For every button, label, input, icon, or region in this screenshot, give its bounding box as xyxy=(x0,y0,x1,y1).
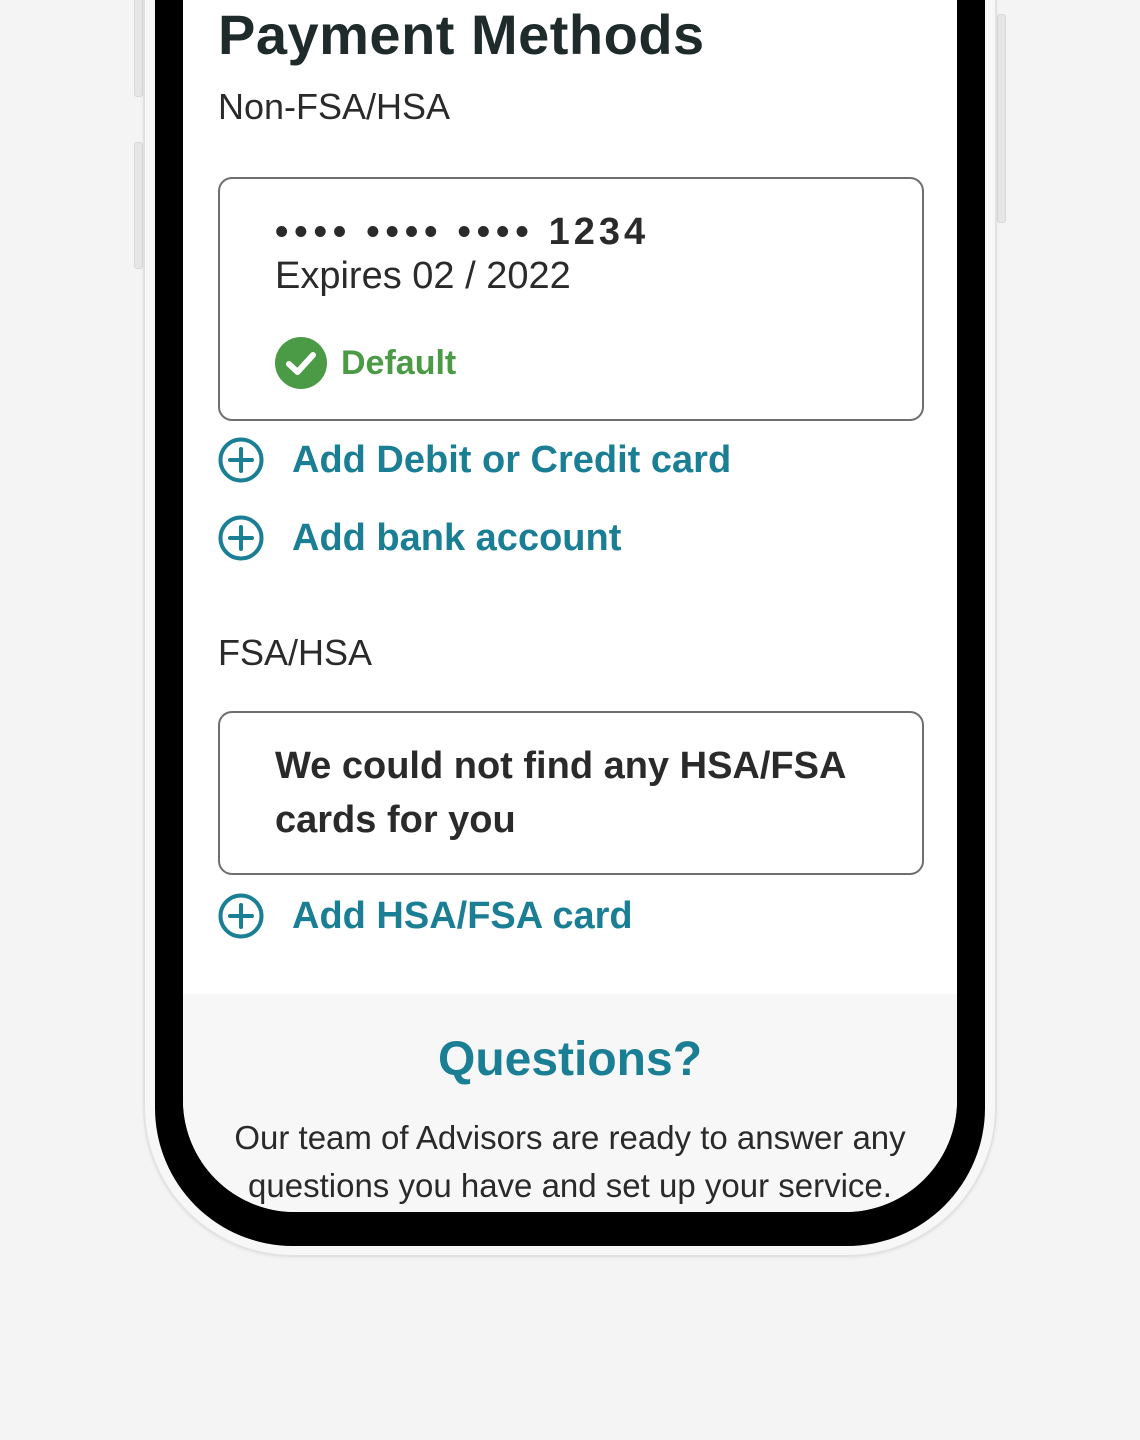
add-hsa-fsa-card-button[interactable]: Add HSA/FSA card xyxy=(218,892,633,940)
phone-volume-button xyxy=(134,142,143,269)
non-fsa-section-label: Non-FSA/HSA xyxy=(218,86,451,127)
card-mask-group: •••• xyxy=(275,211,353,253)
plus-circle-icon xyxy=(218,893,264,939)
phone-volume-button xyxy=(134,0,143,97)
questions-section: Questions? Our team of Advisors are read… xyxy=(183,994,957,1212)
questions-text: Our team of Advisors are ready to answer… xyxy=(234,1119,906,1204)
card-last-four: 1234 xyxy=(548,211,650,253)
phone-screen: Payment Methods Non-FSA/HSA •••• •••• ••••… xyxy=(183,0,957,1212)
page-title: Payment Methods xyxy=(218,3,705,66)
add-bank-account-label: Add bank account xyxy=(292,516,622,559)
stage: Payment Methods Non-FSA/HSA •••• •••• ••••… xyxy=(0,0,1140,1440)
phone-power-button xyxy=(997,14,1006,223)
card-number: •••• •••• •••• 1234 xyxy=(275,211,649,254)
plus-circle-icon xyxy=(218,515,264,561)
default-label: Default xyxy=(341,343,457,382)
add-bank-account-button[interactable]: Add bank account xyxy=(218,514,621,562)
card-mask-group: •••• xyxy=(366,211,444,253)
default-badge: Default xyxy=(275,337,456,389)
questions-title: Questions? xyxy=(437,1033,703,1086)
card-expiry: Expires 02 / 2022 xyxy=(275,255,571,297)
add-hsa-fsa-card-label: Add HSA/FSA card xyxy=(292,894,633,937)
check-circle-icon xyxy=(275,337,327,389)
fsa-empty-card: We could not find any HSA/FSA cards for … xyxy=(218,711,924,875)
fsa-section-label: FSA/HSA xyxy=(218,632,373,673)
add-debit-credit-card-label: Add Debit or Credit card xyxy=(292,438,732,481)
add-debit-credit-card-button[interactable]: Add Debit or Credit card xyxy=(218,436,731,484)
fsa-empty-message: We could not find any HSA/FSA cards for … xyxy=(275,745,845,841)
payment-card-default[interactable]: •••• •••• •••• 1234 Expires 02 / 2022 Defau… xyxy=(218,177,924,421)
plus-circle-icon xyxy=(218,437,264,483)
card-mask-group: •••• xyxy=(457,211,535,253)
